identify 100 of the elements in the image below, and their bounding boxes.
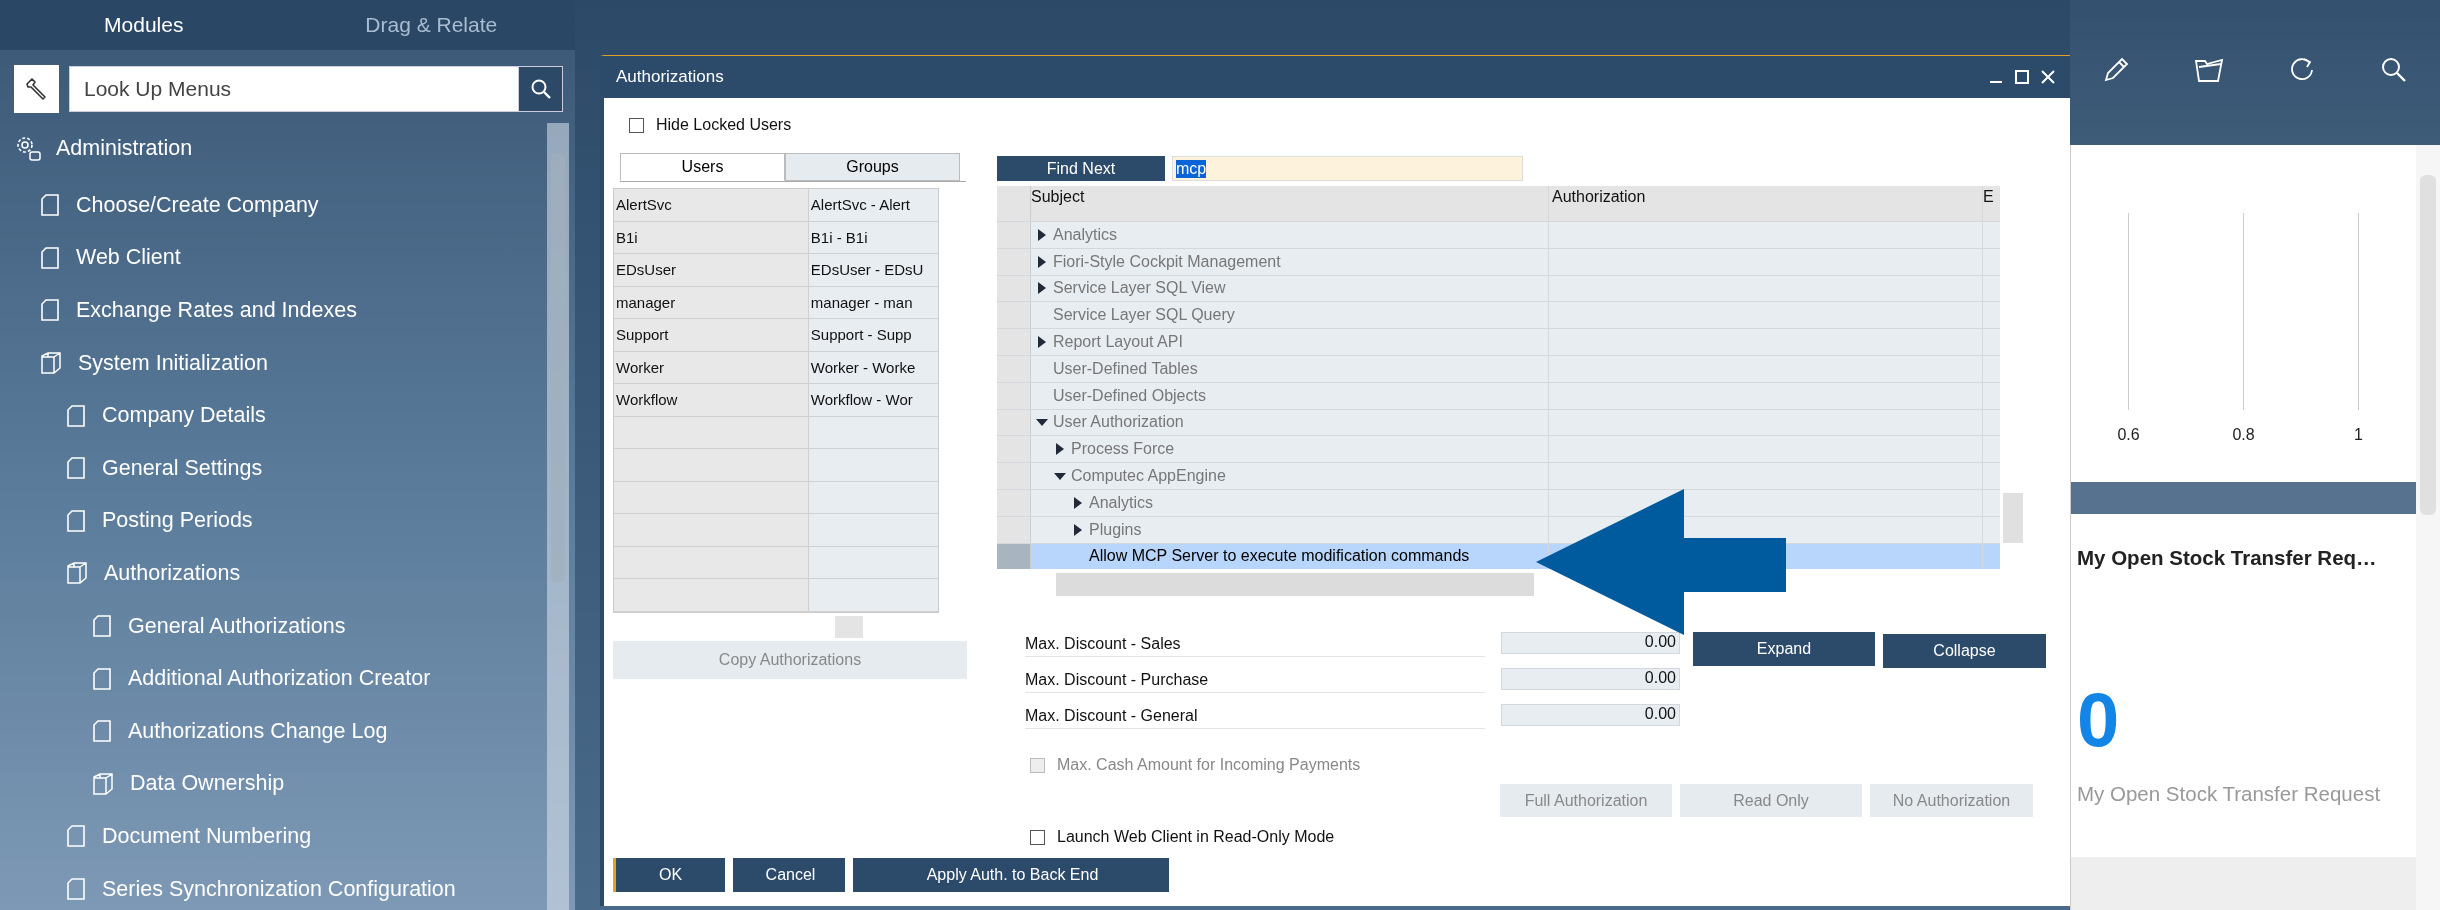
page-icon — [40, 193, 60, 218]
checkbox-label: Hide Locked Users — [656, 116, 792, 134]
table-cell[interactable]: EDsUser — [614, 254, 809, 286]
column-header[interactable]: Subject — [1031, 186, 1549, 221]
tab[interactable]: Groups — [785, 153, 960, 181]
menu-item[interactable]: Administration — [56, 135, 193, 161]
card-caption: My Open Stock Transfer Request — [2077, 782, 2382, 806]
row-header — [997, 489, 1031, 516]
row-header — [997, 409, 1031, 436]
page-icon — [40, 298, 60, 323]
footer-button[interactable]: Cancel — [733, 858, 845, 892]
find-field[interactable]: mcp — [1172, 156, 1523, 181]
tree-item[interactable]: Service Layer SQL View — [1053, 279, 1226, 298]
tree-item[interactable]: Computec AppEngine — [1071, 467, 1226, 486]
table-cell[interactable]: AlertSvc - Alert — [808, 189, 938, 221]
scrollbar-thumb[interactable] — [2003, 493, 2023, 543]
tab[interactable]: Users — [620, 153, 785, 181]
tree-item[interactable]: User-Defined Tables — [1053, 359, 1198, 378]
tools-button[interactable] — [14, 65, 59, 113]
checkbox[interactable] — [1030, 829, 1045, 845]
menu-item[interactable]: Web Client — [76, 245, 181, 271]
scroll-handle[interactable] — [835, 615, 863, 638]
table-cell[interactable]: Workflow - Wor — [808, 384, 938, 416]
menu-item[interactable]: Data Ownership — [130, 771, 285, 797]
table-cell[interactable]: B1i — [614, 221, 809, 253]
scrollbar[interactable] — [547, 123, 569, 910]
footer-button[interactable]: OK — [613, 858, 725, 892]
window-title: Authorizations — [616, 67, 724, 87]
menu-item[interactable]: Authorizations — [104, 560, 241, 586]
menu-item[interactable]: Posting Periods — [102, 508, 253, 534]
field-label: Max. Discount - Purchase — [1025, 668, 1485, 694]
stacked-pages-icon — [66, 561, 88, 586]
tree-item[interactable]: User-Defined Objects — [1053, 386, 1206, 405]
tree-row[interactable]: User-Defined Tables — [997, 355, 2000, 382]
card-title: My Open Stock Transfer Req… — [2077, 546, 2378, 570]
tree-item[interactable]: Allow MCP Server to execute modification commands — [1089, 547, 1470, 566]
footer-button[interactable]: Apply Auth. to Back End — [853, 858, 1169, 892]
tree-row[interactable]: User-Defined Objects — [997, 381, 2000, 409]
menu-item[interactable]: Exchange Rates and Indexes — [76, 298, 357, 323]
menu-item[interactable]: Company Details — [102, 403, 266, 429]
tree-item[interactable]: Fiori-Style Cockpit Management — [1053, 252, 1281, 271]
table-cell[interactable]: AlertSvc — [614, 189, 809, 221]
column-header[interactable]: E — [1983, 186, 2000, 221]
table-cell[interactable]: manager - man — [808, 286, 938, 318]
table-cell[interactable]: EDsUser - EDsU — [808, 254, 938, 286]
tree-toggle-button[interactable]: Expand — [1693, 632, 1875, 667]
tree-row[interactable]: Service Layer SQL Query — [997, 301, 2000, 329]
table-cell[interactable]: Workflow — [614, 384, 809, 416]
discount-field[interactable]: 0.00 — [1501, 704, 1680, 727]
discount-field[interactable]: 0.00 — [1501, 632, 1680, 655]
close-icon[interactable] — [2040, 69, 2056, 85]
stacked-pages-icon — [40, 351, 62, 376]
find-next-button[interactable]: Find Next — [997, 156, 1165, 181]
tree-row[interactable]: Report Layout API — [997, 328, 2000, 355]
tree-item[interactable]: Analytics — [1053, 225, 1118, 244]
tree-item[interactable]: User Authorization — [1053, 413, 1184, 432]
discount-field[interactable]: 0.00 — [1501, 668, 1680, 691]
tree-item[interactable]: Service Layer SQL Query — [1053, 306, 1235, 325]
table-cell[interactable]: Worker - Worke — [808, 351, 938, 383]
checkbox[interactable] — [629, 117, 644, 133]
menu-item[interactable]: General Authorizations — [128, 613, 346, 639]
axis-label: 0.8 — [2232, 426, 2255, 444]
tree-item[interactable]: Process Force — [1071, 440, 1175, 459]
tree-item[interactable]: Report Layout API — [1053, 333, 1183, 352]
table-cell[interactable]: Worker — [614, 351, 809, 383]
module-tab[interactable]: Modules — [0, 0, 288, 50]
search-button[interactable] — [518, 66, 563, 112]
menu-item[interactable]: Series Synchronization Configuration — [102, 876, 456, 902]
tree-row[interactable]: Service Layer SQL View — [997, 274, 2000, 302]
table-cell[interactable]: B1i - B1i — [808, 221, 938, 253]
tree-toggle-button[interactable]: Collapse — [1883, 634, 2046, 669]
scrollbar[interactable] — [2416, 145, 2440, 910]
tree-item[interactable]: Analytics — [1089, 493, 1154, 512]
menu-search-field[interactable]: Look Up Menus — [69, 66, 518, 112]
axis-label: 0.6 — [2117, 426, 2140, 444]
menu-item[interactable]: Document Numbering — [102, 823, 312, 849]
checkbox-label: Max. Cash Amount for Incoming Payments — [1057, 756, 1361, 775]
tree-item[interactable]: Plugins — [1089, 520, 1142, 539]
menu-item[interactable]: General Settings — [102, 455, 263, 481]
tree-row[interactable]: Computec AppEngine — [997, 462, 2000, 489]
tree-row[interactable]: Analytics — [997, 221, 2000, 248]
column-header[interactable]: Authorization — [1549, 186, 1983, 221]
tree-row[interactable]: Fiori-Style Cockpit Management — [997, 247, 2000, 275]
horizontal-scrollbar[interactable] — [1056, 573, 1534, 597]
table-cell[interactable]: manager — [614, 286, 809, 318]
page-icon — [40, 245, 60, 270]
menu-item[interactable]: Authorizations Change Log — [128, 718, 388, 744]
table-cell[interactable]: Support - Supp — [808, 319, 938, 351]
search-icon — [529, 78, 552, 100]
row-header — [997, 222, 1031, 248]
module-tab[interactable]: Drag & Relate — [287, 0, 575, 50]
menu-item[interactable]: Choose/Create Company — [76, 192, 319, 218]
menu-item[interactable]: Additional Authorization Creator — [128, 666, 431, 692]
page-icon — [92, 614, 112, 639]
row-header — [997, 463, 1031, 489]
menu-item[interactable]: System Initialization — [78, 350, 268, 376]
tree-row[interactable]: User Authorization — [997, 408, 2000, 436]
table-cell[interactable]: Support — [614, 319, 809, 351]
tree-row[interactable]: Process Force — [997, 435, 2000, 463]
maximize-icon[interactable] — [2014, 69, 2030, 85]
